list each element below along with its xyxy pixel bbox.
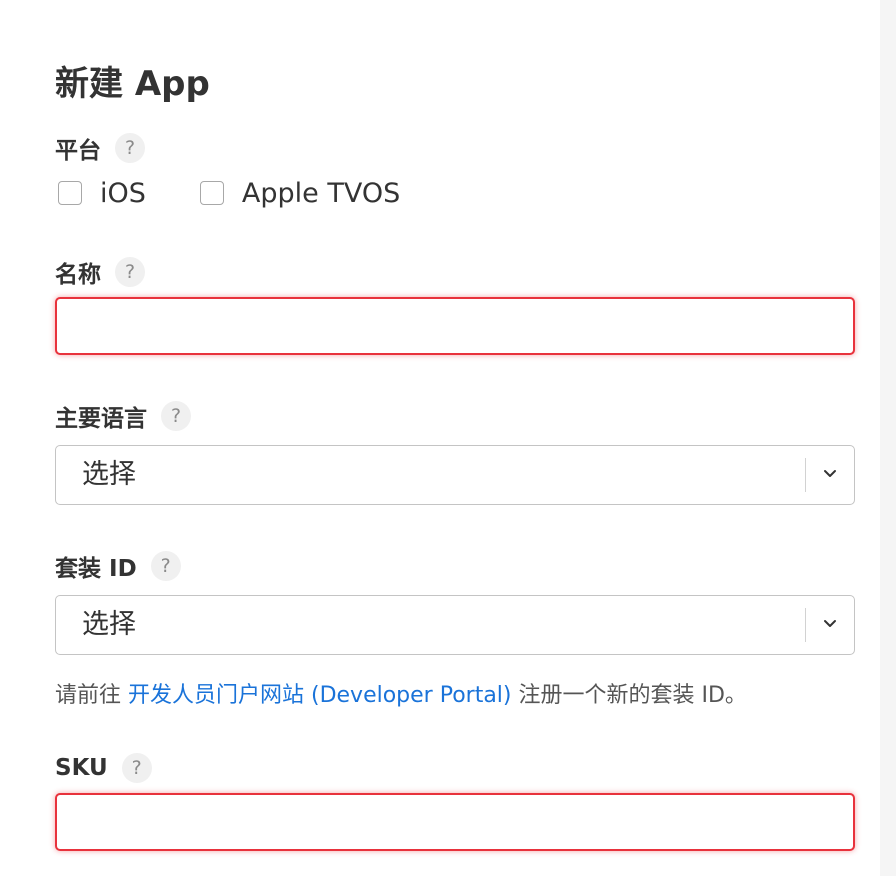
primary-language-help-icon[interactable]: ?	[161, 401, 191, 431]
bundle-id-help-icon[interactable]: ?	[150, 551, 181, 581]
name-help-icon[interactable]: ?	[115, 257, 145, 287]
primary-language-selected: 选择	[82, 459, 136, 490]
bundle-id-note: 请前往 开发人员门户网站 (Developer Portal) 注册一个新的套装…	[55, 677, 747, 709]
ios-label: iOS	[100, 177, 146, 209]
bundle-id-note-suffix: 注册一个新的套装 ID。	[511, 683, 747, 708]
chevron-down-icon	[824, 620, 836, 627]
bundle-id-selected: 选择	[82, 609, 136, 640]
bundle-id-note-prefix: 请前往	[55, 683, 128, 708]
chevron-down-icon	[824, 470, 836, 477]
name-label-row: 名称 ?	[55, 257, 145, 288]
primary-language-label-row: 主要语言 ?	[55, 401, 191, 432]
primary-language-label: 主要语言	[55, 406, 147, 432]
platform-label-row: 平台 ?	[55, 133, 145, 164]
new-app-dialog: 新建 App 平台 ? iOS Apple TVOS 名称 ? 主要语言 ? 选…	[0, 0, 880, 876]
select-divider	[805, 458, 806, 492]
bundle-id-label-row: 套装 ID ?	[55, 551, 181, 582]
platform-options: iOS Apple TVOS	[58, 176, 400, 210]
platform-option-apple-tvos[interactable]: Apple TVOS	[199, 177, 401, 209]
developer-portal-link[interactable]: 开发人员门户网站 (Developer Portal)	[128, 683, 512, 708]
sku-label: SKU	[55, 755, 108, 781]
sku-help-icon[interactable]: ?	[121, 753, 152, 783]
apple-tvos-label: Apple TVOS	[241, 177, 401, 209]
sku-input[interactable]	[55, 793, 855, 851]
bundle-id-label: 套装 ID	[55, 556, 137, 582]
platform-label: 平台	[55, 138, 101, 164]
select-divider	[805, 608, 806, 642]
primary-language-select[interactable]: 选择	[55, 445, 855, 505]
name-label: 名称	[55, 262, 101, 288]
apple-tvos-checkbox[interactable]	[199, 181, 224, 205]
page-title: 新建 App	[55, 64, 210, 104]
ios-checkbox[interactable]	[58, 181, 82, 205]
platform-option-ios[interactable]: iOS	[58, 178, 146, 209]
bundle-id-select[interactable]: 选择	[55, 595, 855, 655]
platform-help-icon[interactable]: ?	[115, 133, 145, 163]
scroll-edge	[880, 0, 896, 876]
sku-label-row: SKU ?	[55, 753, 152, 783]
name-input[interactable]	[55, 297, 855, 355]
